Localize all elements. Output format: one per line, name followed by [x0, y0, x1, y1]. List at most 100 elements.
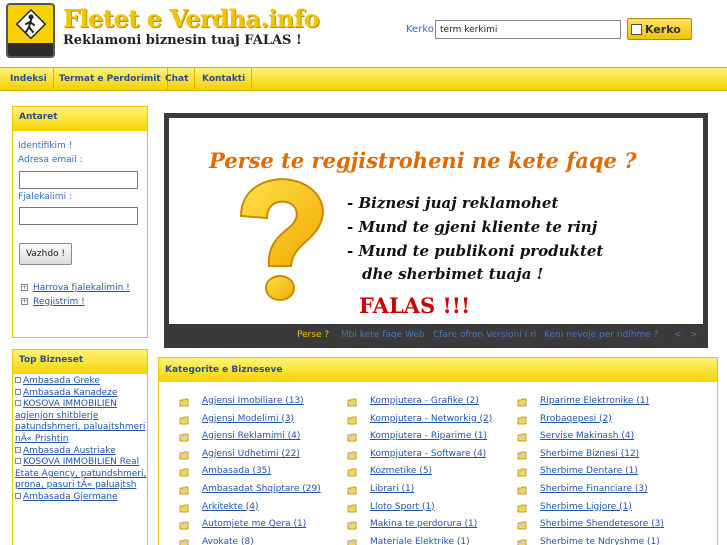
list-item[interactable]: Ambasada Greke: [15, 376, 147, 388]
promo-line-2: - Mund te gjeni kliente te rinj: [347, 218, 598, 236]
login-label: Identifikim !: [18, 141, 73, 151]
categories-title: Kategorite e Bizneseve: [159, 358, 717, 382]
plus-box-icon: [15, 388, 21, 395]
category-link[interactable]: Rrobaqepesi (2): [540, 414, 612, 424]
folder-icon: [347, 486, 357, 495]
category-link[interactable]: Servise Makinash (4): [540, 431, 634, 441]
category-link[interactable]: Kompjutera - Riparime (1): [370, 431, 487, 441]
site-slogan: Reklamoni biznesin tuaj FALAS !: [63, 33, 302, 48]
email-field[interactable]: [19, 171, 138, 189]
category-link[interactable]: Ambasada (35): [202, 466, 271, 476]
plus-box-icon: +: [21, 284, 28, 291]
folder-icon: [517, 521, 527, 530]
categories-box: Kategorite e Bizneseve Agjensi Imobiliar…: [158, 357, 718, 545]
folder-icon: [347, 433, 357, 442]
folder-icon: [517, 451, 527, 460]
promo-title: Perse te regjistroheni ne kete faqe ?: [209, 148, 637, 173]
category-link[interactable]: Lloto Sport (1): [370, 502, 435, 512]
list-item-label: KOSOVA IMMOBILIEN Real Etate Agency, pat…: [15, 457, 147, 491]
promo-line-4: dhe sherbimet tuaja !: [362, 265, 544, 283]
list-item-label: Ambasada Gjermane: [23, 491, 118, 502]
tab-ndihme[interactable]: Keni nevoje per ndihme ?: [544, 330, 658, 340]
folder-icon: [347, 521, 357, 530]
search-button[interactable]: Kerko: [627, 18, 692, 40]
list-item[interactable]: KOSOVA IMMOBILIEN Real Etate Agency, pat…: [15, 457, 147, 492]
list-item[interactable]: Ambasada Austriake: [15, 446, 147, 458]
folder-icon: [517, 486, 527, 495]
category-link[interactable]: Agjensi Udhetimi (22): [202, 449, 300, 459]
search-button-label: Kerko: [645, 22, 681, 36]
plus-box-icon: +: [21, 298, 28, 305]
promo-banner: Perse te regjistroheni ne kete faqe ? - …: [164, 113, 708, 348]
folder-icon: [517, 504, 527, 512]
category-link[interactable]: Sherbime Shendetesore (3): [540, 519, 664, 529]
category-link[interactable]: Kompjutera - Software (4): [370, 449, 486, 459]
promo-line-3: - Mund te publikoni produktet: [347, 242, 604, 260]
forgot-password-link[interactable]: + Harrova fjalekalimin !: [21, 283, 130, 293]
category-link[interactable]: Sherbime Biznesi (12): [540, 449, 639, 459]
folder-icon: [179, 521, 189, 530]
forgot-password-label: Harrova fjalekalimin !: [33, 283, 130, 293]
folder-icon: [347, 504, 357, 512]
question-mark-icon: [239, 178, 324, 301]
main-nav: Indeksi Termat e Perdorimit Chat Kontakt…: [0, 67, 727, 91]
folder-icon: [347, 451, 357, 460]
walking-man-icon: [16, 9, 46, 39]
category-link[interactable]: Automjete me Qera (1): [202, 519, 306, 529]
nav-item-chat[interactable]: Chat: [159, 68, 196, 90]
plus-box-icon: [15, 458, 21, 465]
list-item[interactable]: KOSOVA IMMOBILIEN agjenjon shitblerje pa…: [15, 399, 147, 445]
list-item[interactable]: Ambasada Gjermane: [15, 492, 147, 504]
plus-box-icon: [15, 446, 21, 453]
plus-box-icon: [15, 377, 21, 383]
folder-icon: [179, 451, 189, 460]
category-link[interactable]: Librari (1): [370, 484, 414, 494]
category-link[interactable]: Avokate (8): [202, 537, 254, 545]
register-link[interactable]: + Regjistrim !: [21, 297, 85, 307]
category-link[interactable]: Sherbime Dentare (1): [540, 466, 638, 476]
tab-perse[interactable]: Perse ?: [297, 330, 329, 340]
banner-prev-button[interactable]: <: [674, 330, 682, 340]
category-link[interactable]: Agjensi Reklamimi (4): [202, 431, 300, 441]
nav-item-indeksi[interactable]: Indeksi: [4, 68, 54, 90]
category-link[interactable]: Ambasadat Shqiptare (29): [202, 484, 321, 494]
nav-item-kontakti[interactable]: Kontakti: [196, 68, 253, 90]
category-link[interactable]: Kompjutera - Networkig (2): [370, 414, 492, 424]
search-icon: [631, 23, 642, 35]
list-item-label: Ambasada Austriake: [23, 445, 116, 456]
category-link[interactable]: Sherbime Financiare (3): [540, 484, 648, 494]
folder-icon: [179, 539, 189, 545]
logo-band: [8, 43, 53, 56]
category-link[interactable]: Kozmetike (5): [370, 466, 432, 476]
folder-icon: [179, 416, 189, 424]
members-box-title: Antaret: [13, 107, 147, 131]
category-link[interactable]: Agjensi Imobiliare (13): [202, 396, 304, 406]
category-link[interactable]: Makina te perdorura (1): [370, 519, 477, 529]
category-link[interactable]: Kompjutera - Grafike (2): [370, 396, 479, 406]
search-label: Kerko: [406, 24, 434, 35]
folder-icon: [517, 416, 527, 424]
search-input[interactable]: [435, 20, 621, 39]
folder-icon: [179, 468, 189, 477]
site-logo[interactable]: [6, 3, 55, 58]
list-item[interactable]: Ambasada Kanadeze: [15, 388, 147, 400]
category-link[interactable]: Sherbime Ligjore (1): [540, 502, 632, 512]
tab-versioni[interactable]: Cfare ofron Versioni I ri: [433, 330, 536, 340]
login-submit-button[interactable]: Vazhdo !: [19, 243, 72, 265]
folder-icon: [347, 539, 357, 545]
category-link[interactable]: Sherbime te Ndryshme (1): [540, 537, 660, 545]
category-link[interactable]: Materiale Elektrike (1): [370, 537, 470, 545]
site-header: Fletet e Verdha.info Reklamoni biznesin …: [0, 0, 727, 66]
folder-icon: [517, 468, 527, 477]
site-title[interactable]: Fletet e Verdha.info: [63, 4, 320, 33]
category-link[interactable]: Agjensi Modelimi (3): [202, 414, 294, 424]
folder-icon: [179, 504, 189, 512]
tab-mbi-faqe[interactable]: Mbi kete faqe Web: [341, 330, 425, 340]
promo-slide[interactable]: Perse te regjistroheni ne kete faqe ? - …: [169, 118, 703, 324]
category-link[interactable]: Riparime Elektronike (1): [540, 396, 649, 406]
promo-line-1: - Biznesi juaj reklamohet: [347, 194, 559, 212]
nav-item-termat[interactable]: Termat e Perdorimit: [53, 68, 168, 90]
password-field[interactable]: [19, 207, 138, 225]
banner-next-button[interactable]: >: [690, 330, 698, 340]
category-link[interactable]: Arkitekte (4): [202, 502, 259, 512]
